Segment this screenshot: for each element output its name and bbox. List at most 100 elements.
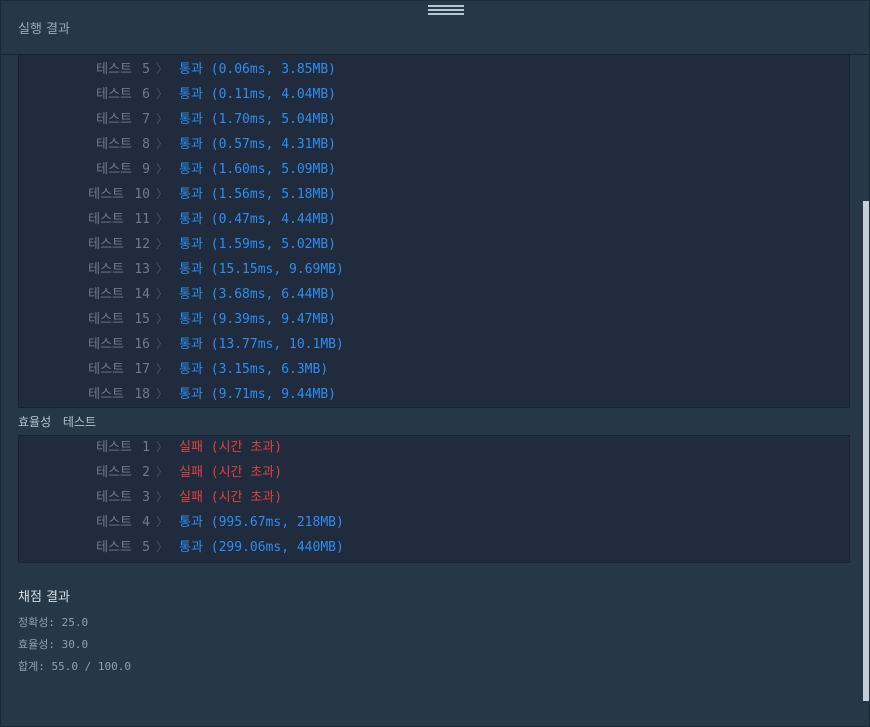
- chevron-right-icon: 〉: [156, 287, 169, 301]
- test-label: 테스트: [96, 465, 132, 480]
- test-status: 통과: [179, 287, 203, 302]
- test-result: 통과 (0.57ms, 4.31MB): [179, 132, 336, 157]
- test-result-row: 테스트 2 〉 실패 (시간 초과): [19, 460, 849, 485]
- test-label: 테스트: [88, 237, 124, 252]
- test-label: 테스트: [88, 187, 124, 202]
- test-result-row: 테스트 10 〉 통과 (1.56ms, 5.18MB): [19, 182, 849, 207]
- test-status: 통과: [179, 237, 203, 252]
- test-result: 실패 (시간 초과): [179, 485, 282, 510]
- test-result: 통과 (13.77ms, 10.1MB): [179, 332, 344, 357]
- test-status: 실패: [179, 465, 203, 480]
- test-result: 통과 (1.70ms, 5.04MB): [179, 107, 336, 132]
- test-result-row: 테스트 14 〉 통과 (3.68ms, 6.44MB): [19, 282, 849, 307]
- test-number: 10: [134, 187, 150, 202]
- test-label: 테스트: [96, 87, 132, 102]
- test-result-row: 테스트 7 〉 통과 (1.70ms, 5.04MB): [19, 107, 849, 132]
- test-label: 테스트: [88, 287, 124, 302]
- test-detail: (3.15ms, 6.3MB): [210, 362, 329, 377]
- test-label: 테스트: [96, 490, 132, 505]
- chevron-right-icon: 〉: [156, 162, 169, 176]
- efficiency-results-list: 테스트 1 〉 실패 (시간 초과) 테스트 2 〉 실패 (시간 초과) 테스트 3 〉 실패 (시…: [18, 435, 850, 563]
- vertical-scrollbar[interactable]: [863, 55, 869, 726]
- grading-title: 채점 결과: [18, 590, 70, 605]
- test-number: 17: [134, 362, 150, 377]
- test-number: 9: [142, 162, 150, 177]
- test-number: 12: [134, 237, 150, 252]
- test-status: 통과: [179, 540, 203, 555]
- scrollbar-thumb[interactable]: [863, 201, 869, 701]
- test-detail: (시간 초과): [210, 465, 283, 480]
- test-result: 통과 (3.15ms, 6.3MB): [179, 357, 328, 382]
- test-status: 통과: [179, 212, 203, 227]
- test-detail: (3.68ms, 6.44MB): [210, 287, 336, 302]
- test-number: 2: [142, 465, 150, 480]
- test-result: 통과 (9.39ms, 9.47MB): [179, 307, 336, 332]
- test-result: 통과 (995.67ms, 218MB): [179, 510, 344, 535]
- test-result: 통과 (0.06ms, 3.85MB): [179, 57, 336, 82]
- test-label: 테스트: [96, 440, 132, 455]
- test-status: 통과: [179, 87, 203, 102]
- resize-handle-icon[interactable]: [428, 5, 464, 15]
- test-detail: (0.57ms, 4.31MB): [210, 137, 336, 152]
- efficiency-section-label: 효율성 테스트: [18, 415, 97, 429]
- test-result-row: 테스트 9 〉 통과 (1.60ms, 5.09MB): [19, 157, 849, 182]
- test-status: 통과: [179, 137, 203, 152]
- test-status: 통과: [179, 62, 203, 77]
- test-status: 통과: [179, 162, 203, 177]
- test-result-row: 테스트 6 〉 통과 (0.11ms, 4.04MB): [19, 82, 849, 107]
- total-score: 합계: 55.0 / 100.0: [18, 660, 131, 673]
- chevron-right-icon: 〉: [156, 540, 169, 554]
- test-detail: (0.06ms, 3.85MB): [210, 62, 336, 77]
- test-number: 18: [134, 387, 150, 402]
- test-result: 실패 (시간 초과): [179, 435, 282, 460]
- test-detail: (9.71ms, 9.44MB): [210, 387, 336, 402]
- test-result: 통과 (3.68ms, 6.44MB): [179, 282, 336, 307]
- test-result: 통과 (15.15ms, 9.69MB): [179, 257, 344, 282]
- test-result-row: 테스트 1 〉 실패 (시간 초과): [19, 435, 849, 460]
- test-number: 13: [134, 262, 150, 277]
- test-number: 5: [142, 540, 150, 555]
- test-label: 테스트: [96, 62, 132, 77]
- test-label: 테스트: [96, 137, 132, 152]
- test-label: 테스트: [88, 262, 124, 277]
- test-number: 5: [142, 62, 150, 77]
- test-detail: (1.59ms, 5.02MB): [210, 237, 336, 252]
- chevron-right-icon: 〉: [156, 237, 169, 251]
- chevron-right-icon: 〉: [156, 440, 169, 454]
- result-header: 실행 결과: [1, 1, 869, 55]
- test-detail: (995.67ms, 218MB): [210, 515, 344, 530]
- test-number: 1: [142, 440, 150, 455]
- chevron-right-icon: 〉: [156, 62, 169, 76]
- accuracy-results-list: 테스트 5 〉 통과 (0.06ms, 3.85MB) 테스트 6 〉 통과 (0.11ms,…: [18, 55, 850, 408]
- chevron-right-icon: 〉: [156, 87, 169, 101]
- test-number: 4: [142, 515, 150, 530]
- test-detail: (299.06ms, 440MB): [210, 540, 344, 555]
- test-status: 통과: [179, 312, 203, 327]
- test-number: 16: [134, 337, 150, 352]
- efficiency-score: 효율성: 30.0: [18, 638, 89, 651]
- test-label: 테스트: [88, 387, 124, 402]
- test-number: 8: [142, 137, 150, 152]
- chevron-right-icon: 〉: [156, 212, 169, 226]
- test-detail: (0.47ms, 4.44MB): [210, 212, 336, 227]
- test-result: 통과 (0.11ms, 4.04MB): [179, 82, 336, 107]
- test-detail: (1.60ms, 5.09MB): [210, 162, 336, 177]
- test-result-row: 테스트 5 〉 통과 (299.06ms, 440MB): [19, 535, 849, 560]
- test-number: 6: [142, 87, 150, 102]
- test-result-row: 테스트 11 〉 통과 (0.47ms, 4.44MB): [19, 207, 849, 232]
- result-panel: 실행 결과 테스트 5 〉 통과 (0.06ms, 3.85MB) 테스트 6 〉 통과 (0…: [0, 0, 870, 727]
- test-label: 테스트: [96, 515, 132, 530]
- chevron-right-icon: 〉: [156, 387, 169, 401]
- chevron-right-icon: 〉: [156, 312, 169, 326]
- test-label: 테스트: [88, 362, 124, 377]
- test-status: 통과: [179, 187, 203, 202]
- chevron-right-icon: 〉: [156, 187, 169, 201]
- test-detail: (0.11ms, 4.04MB): [210, 87, 336, 102]
- test-result: 실패 (시간 초과): [179, 460, 282, 485]
- test-label: 테스트: [88, 312, 124, 327]
- test-number: 3: [142, 490, 150, 505]
- test-result: 통과 (1.56ms, 5.18MB): [179, 182, 336, 207]
- test-result-row: 테스트 12 〉 통과 (1.59ms, 5.02MB): [19, 232, 849, 257]
- test-result: 통과 (1.60ms, 5.09MB): [179, 157, 336, 182]
- test-result-row: 테스트 13 〉 통과 (15.15ms, 9.69MB): [19, 257, 849, 282]
